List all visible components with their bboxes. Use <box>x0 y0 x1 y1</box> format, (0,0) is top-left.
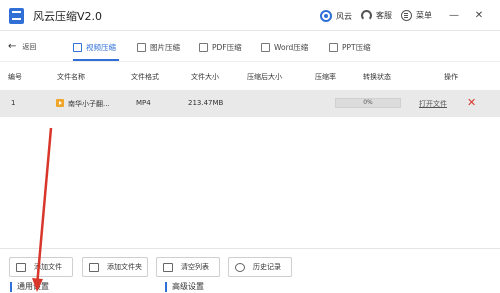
active-tab-indicator <box>73 59 119 61</box>
add-file-label: 添加文件 <box>34 263 62 271</box>
advanced-settings-tab[interactable]: 高级设置 <box>165 282 204 292</box>
clear-list-button[interactable]: 清空列表 <box>156 257 220 277</box>
clear-list-label: 清空列表 <box>181 263 209 271</box>
header-status: 转换状态 <box>363 73 391 81</box>
video-file-icon <box>56 99 64 107</box>
history-label: 历史记录 <box>253 263 281 271</box>
title-bar: 风云压缩V2.0 风云 客服 菜单 — ✕ <box>0 0 500 31</box>
tab-label: 图片压缩 <box>150 42 180 52</box>
bottom-toolbar: 添加文件 添加文件夹 清空列表 历史记录 <box>0 248 500 281</box>
table-row[interactable]: 1 南华小子翻... MP4 213.47MB 0% 打开文件 ✕ <box>0 90 500 117</box>
close-button[interactable]: ✕ <box>472 8 486 22</box>
tab-image-compress[interactable]: 图片压缩 <box>137 40 180 54</box>
ppt-icon <box>329 42 338 52</box>
general-settings-tab[interactable]: 通用设置 <box>10 282 49 292</box>
tab-video-compress[interactable]: 视频压缩 <box>73 40 116 54</box>
user-account-button[interactable]: 风云 <box>320 10 352 22</box>
header-action: 操作 <box>444 73 458 81</box>
folder-icon <box>89 262 99 272</box>
tab-label: Word压缩 <box>274 42 309 52</box>
header-index: 编号 <box>8 73 22 81</box>
word-icon <box>261 42 270 52</box>
add-file-button[interactable]: 添加文件 <box>9 257 73 277</box>
arrow-left-icon: ← <box>8 41 17 52</box>
user-icon <box>320 10 332 22</box>
tab-ppt-compress[interactable]: PPT压缩 <box>329 40 371 54</box>
user-label: 风云 <box>336 11 352 21</box>
menu-label: 菜单 <box>416 11 432 20</box>
row-file-format: MP4 <box>136 99 151 107</box>
headset-icon <box>361 10 372 21</box>
header-file-name: 文件名称 <box>57 73 85 81</box>
row-file-name: 南华小子翻... <box>68 100 110 108</box>
tab-label: PDF压缩 <box>212 42 242 52</box>
minimize-button[interactable]: — <box>447 8 461 22</box>
pdf-icon <box>199 42 208 52</box>
support-button[interactable]: 客服 <box>361 10 392 21</box>
add-file-icon <box>16 262 26 272</box>
tab-pdf-compress[interactable]: PDF压缩 <box>199 40 242 54</box>
clock-icon <box>235 262 245 272</box>
conversion-progress-bar: 0% <box>335 98 401 108</box>
tab-word-compress[interactable]: Word压缩 <box>261 40 308 54</box>
menu-icon <box>401 10 412 21</box>
file-table-header: 编号 文件名称 文件格式 文件大小 压缩后大小 压缩率 转换状态 操作 <box>0 62 500 90</box>
row-file-size: 213.47MB <box>188 99 224 107</box>
back-button[interactable]: ← 返回 <box>8 41 36 52</box>
app-title: 风云压缩V2.0 <box>33 10 103 23</box>
format-tab-bar: ← 返回 视频压缩 图片压缩 PDF压缩 Word压缩 PPT压缩 <box>0 31 500 62</box>
row-index: 1 <box>11 99 16 107</box>
trash-icon <box>163 262 173 272</box>
header-file-format: 文件格式 <box>131 73 159 81</box>
add-folder-button[interactable]: 添加文件夹 <box>82 257 148 277</box>
history-button[interactable]: 历史记录 <box>228 257 292 277</box>
tab-label: PPT压缩 <box>342 42 371 52</box>
tab-label: 视频压缩 <box>86 42 116 52</box>
settings-row: 通用设置 高级设置 <box>0 281 500 293</box>
add-folder-label: 添加文件夹 <box>107 263 142 271</box>
delete-icon[interactable]: ✕ <box>467 96 476 109</box>
image-icon <box>137 42 146 52</box>
open-file-link[interactable]: 打开文件 <box>419 99 447 109</box>
header-compressed-size: 压缩后大小 <box>247 73 282 81</box>
back-label: 返回 <box>22 42 37 51</box>
header-ratio: 压缩率 <box>315 73 336 81</box>
video-icon <box>73 42 82 52</box>
header-file-size: 文件大小 <box>191 73 219 81</box>
app-logo-icon <box>9 8 24 24</box>
menu-button[interactable]: 菜单 <box>401 10 432 21</box>
support-label: 客服 <box>376 11 392 20</box>
progress-text: 0% <box>363 99 373 106</box>
